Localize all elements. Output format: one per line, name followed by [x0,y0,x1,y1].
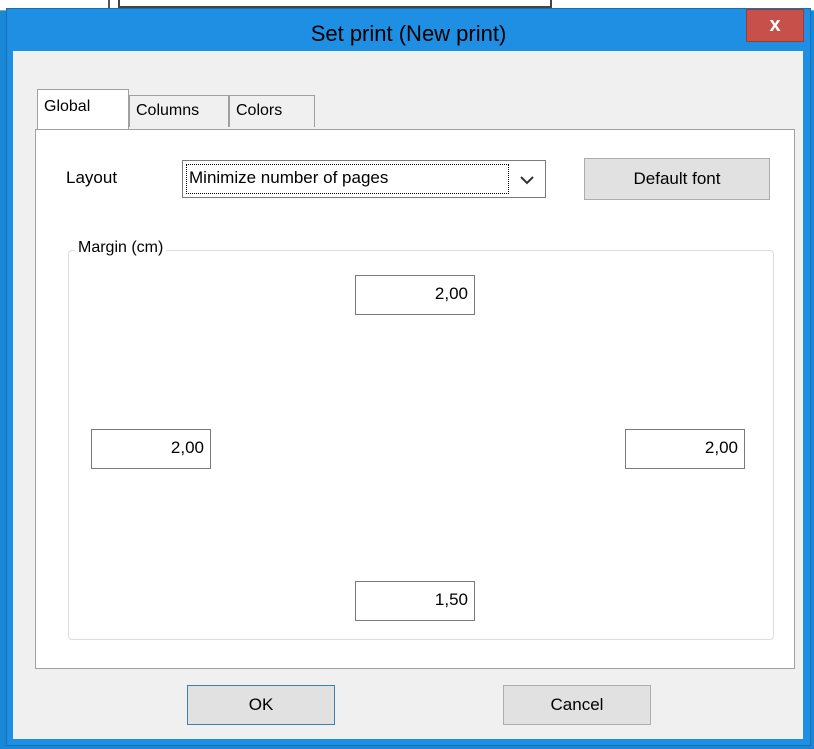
background-element [118,0,552,8]
margin-group: Margin (cm) 2,00 2,00 2,00 1,50 [68,239,774,640]
tab-global[interactable]: Global [37,89,129,129]
chevron-down-icon [520,176,534,185]
layout-selected-value: Minimize number of pages [186,164,509,194]
dialog-title: Set print (New print) [310,21,507,46]
background-element [0,0,110,8]
cancel-button[interactable]: Cancel [503,685,651,725]
margin-left-input[interactable]: 2,00 [91,429,211,469]
layout-label: Layout [66,168,118,187]
layout-dropdown[interactable]: Minimize number of pages [182,160,546,198]
ok-button[interactable]: OK [187,685,335,725]
default-font-button[interactable]: Default font [584,158,770,200]
close-button[interactable]: x [746,9,804,42]
dialog-client-area: Global Columns Colors Layout Minimize nu… [13,51,803,739]
tab-panel-global: Layout Minimize number of pages Default … [35,129,795,669]
margin-bottom-input[interactable]: 1,50 [355,581,475,621]
margin-right-input[interactable]: 2,00 [625,429,745,469]
dialog-window: Set print (New print) x Global Columns C… [6,8,811,746]
tab-colors[interactable]: Colors [229,95,315,127]
tab-columns[interactable]: Columns [129,95,229,127]
margin-top-input[interactable]: 2,00 [355,275,475,315]
margin-group-title: Margin (cm) [75,239,167,257]
